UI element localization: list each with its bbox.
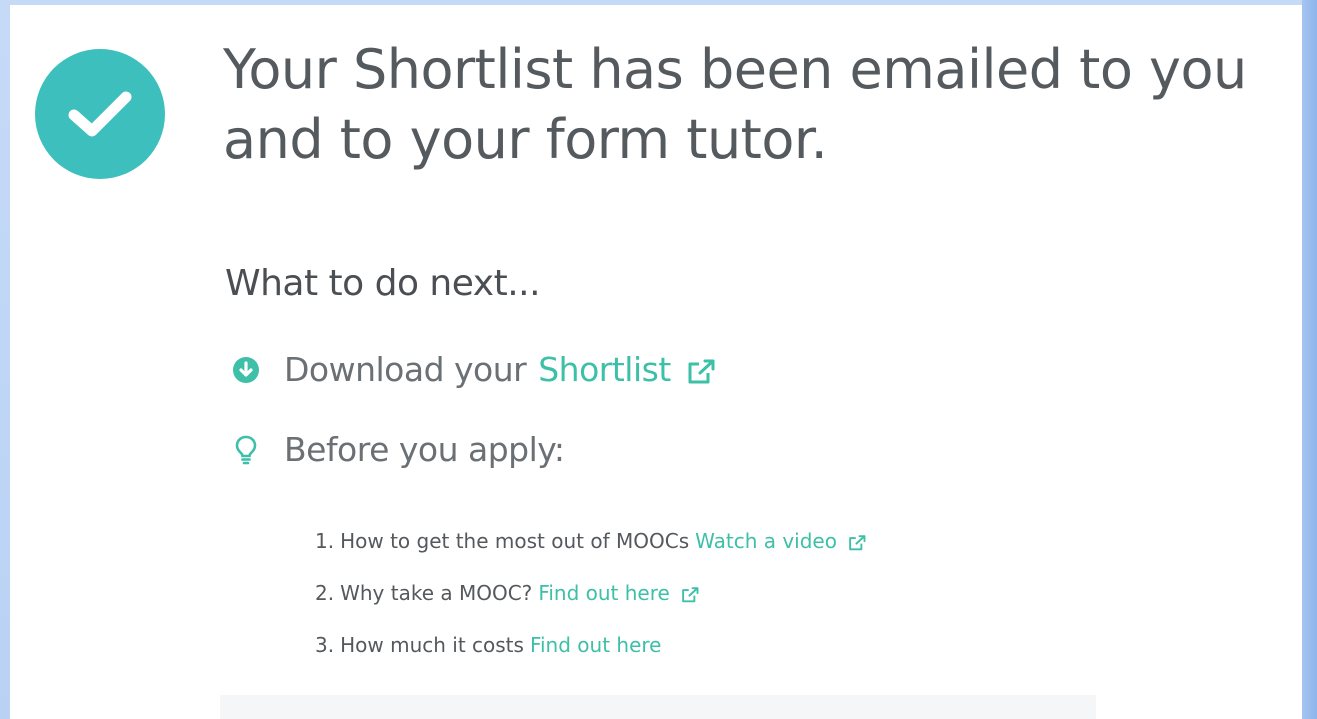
step-number: 2. xyxy=(315,581,335,605)
list-item: 1. How to get the most out of MOOCs Watc… xyxy=(315,515,867,567)
step-number: 1. xyxy=(315,529,335,553)
steps-list: 1. How to get the most out of MOOCs Watc… xyxy=(315,515,867,671)
next-section-panel xyxy=(220,695,1096,719)
watch-video-link[interactable]: Watch a video xyxy=(695,521,867,561)
lightbulb-icon xyxy=(232,435,260,464)
before-apply-label: Before you apply: xyxy=(284,430,565,469)
download-row: Download your Shortlist xyxy=(232,350,717,389)
download-circle-icon xyxy=(232,356,260,384)
step-text: How much it costs xyxy=(340,633,524,657)
step-text: Why take a MOOC? xyxy=(340,581,533,605)
next-steps-heading: What to do next... xyxy=(225,263,541,304)
list-item: 2. Why take a MOOC? Find out here xyxy=(315,567,867,619)
watch-video-label: Watch a video xyxy=(695,529,837,553)
shortlist-download-link[interactable]: Shortlist xyxy=(538,350,717,389)
step-text: How to get the most out of MOOCs xyxy=(340,529,690,553)
find-out-here-label: Find out here xyxy=(529,633,662,657)
external-link-icon xyxy=(685,358,717,386)
list-item: 3. How much it costs Find out here xyxy=(315,619,867,671)
confirmation-headline: Your Shortlist has been emailed to you a… xyxy=(223,38,1247,171)
why-mooc-link[interactable]: Find out here xyxy=(538,573,700,613)
success-badge xyxy=(35,49,165,179)
check-icon xyxy=(68,91,132,137)
external-link-icon xyxy=(847,534,867,552)
external-link-icon xyxy=(680,586,700,604)
shortlist-link-label: Shortlist xyxy=(538,350,671,389)
before-apply-row: Before you apply: xyxy=(232,430,565,469)
step-number: 3. xyxy=(315,633,335,657)
cost-link[interactable]: Find out here xyxy=(530,625,662,665)
find-out-here-label: Find out here xyxy=(538,581,670,605)
download-prefix: Download your xyxy=(284,350,527,389)
window-frame-edge xyxy=(1302,0,1317,719)
confirmation-card: Your Shortlist has been emailed to you a… xyxy=(10,5,1302,719)
